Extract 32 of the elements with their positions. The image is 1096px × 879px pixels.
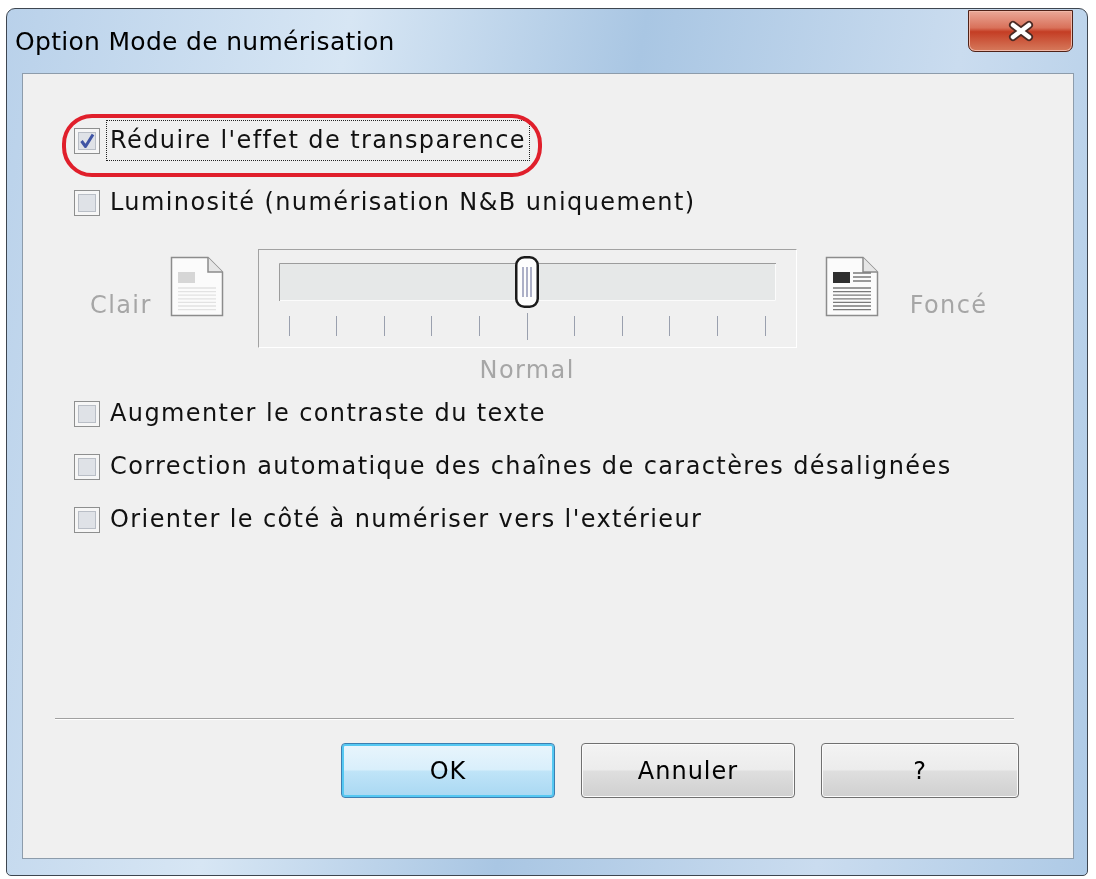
tick-mark (288, 316, 290, 336)
slider-min-label: Clair (90, 291, 152, 319)
tick-mark (621, 316, 623, 336)
close-button[interactable] (968, 10, 1073, 52)
tick-mark (479, 316, 481, 336)
dialog-button[interactable]: OK (341, 743, 555, 798)
checkbox[interactable] (74, 400, 100, 427)
checkbox[interactable] (74, 453, 100, 480)
dialog-button[interactable]: ? (821, 743, 1019, 798)
window-title: Option Mode de numérisation (15, 28, 395, 56)
checkbox-label[interactable]: Réduire l'effet de transparence (106, 120, 530, 161)
checkbox-label[interactable]: Correction automatique des chaînes de caractères désalignées (106, 446, 956, 487)
tick-mark (717, 316, 718, 336)
slider-center-label: Normal (479, 356, 575, 384)
tick-mark (764, 316, 766, 336)
checkbox[interactable] (74, 189, 100, 216)
tick-mark (383, 316, 385, 336)
dialog-button[interactable]: Annuler (581, 743, 795, 798)
close-icon (1006, 20, 1035, 42)
tick-mark (336, 316, 338, 336)
tick-mark (574, 316, 576, 336)
checkbox-label[interactable]: Orienter le côté à numériser vers l'extérieur (106, 499, 707, 540)
checkbox[interactable] (74, 506, 100, 533)
tick-mark (526, 313, 528, 340)
document-icon (169, 256, 224, 317)
checkbox[interactable] (74, 127, 100, 154)
checkbox-label[interactable]: Augmenter le contraste du texte (106, 393, 550, 434)
document-icon (824, 256, 879, 317)
checkbox-label[interactable]: Luminosité (numérisation N&B uniquement) (106, 182, 700, 223)
tick-mark (431, 316, 433, 336)
slider-max-label: Foncé (909, 291, 988, 319)
tick-mark (669, 316, 671, 336)
